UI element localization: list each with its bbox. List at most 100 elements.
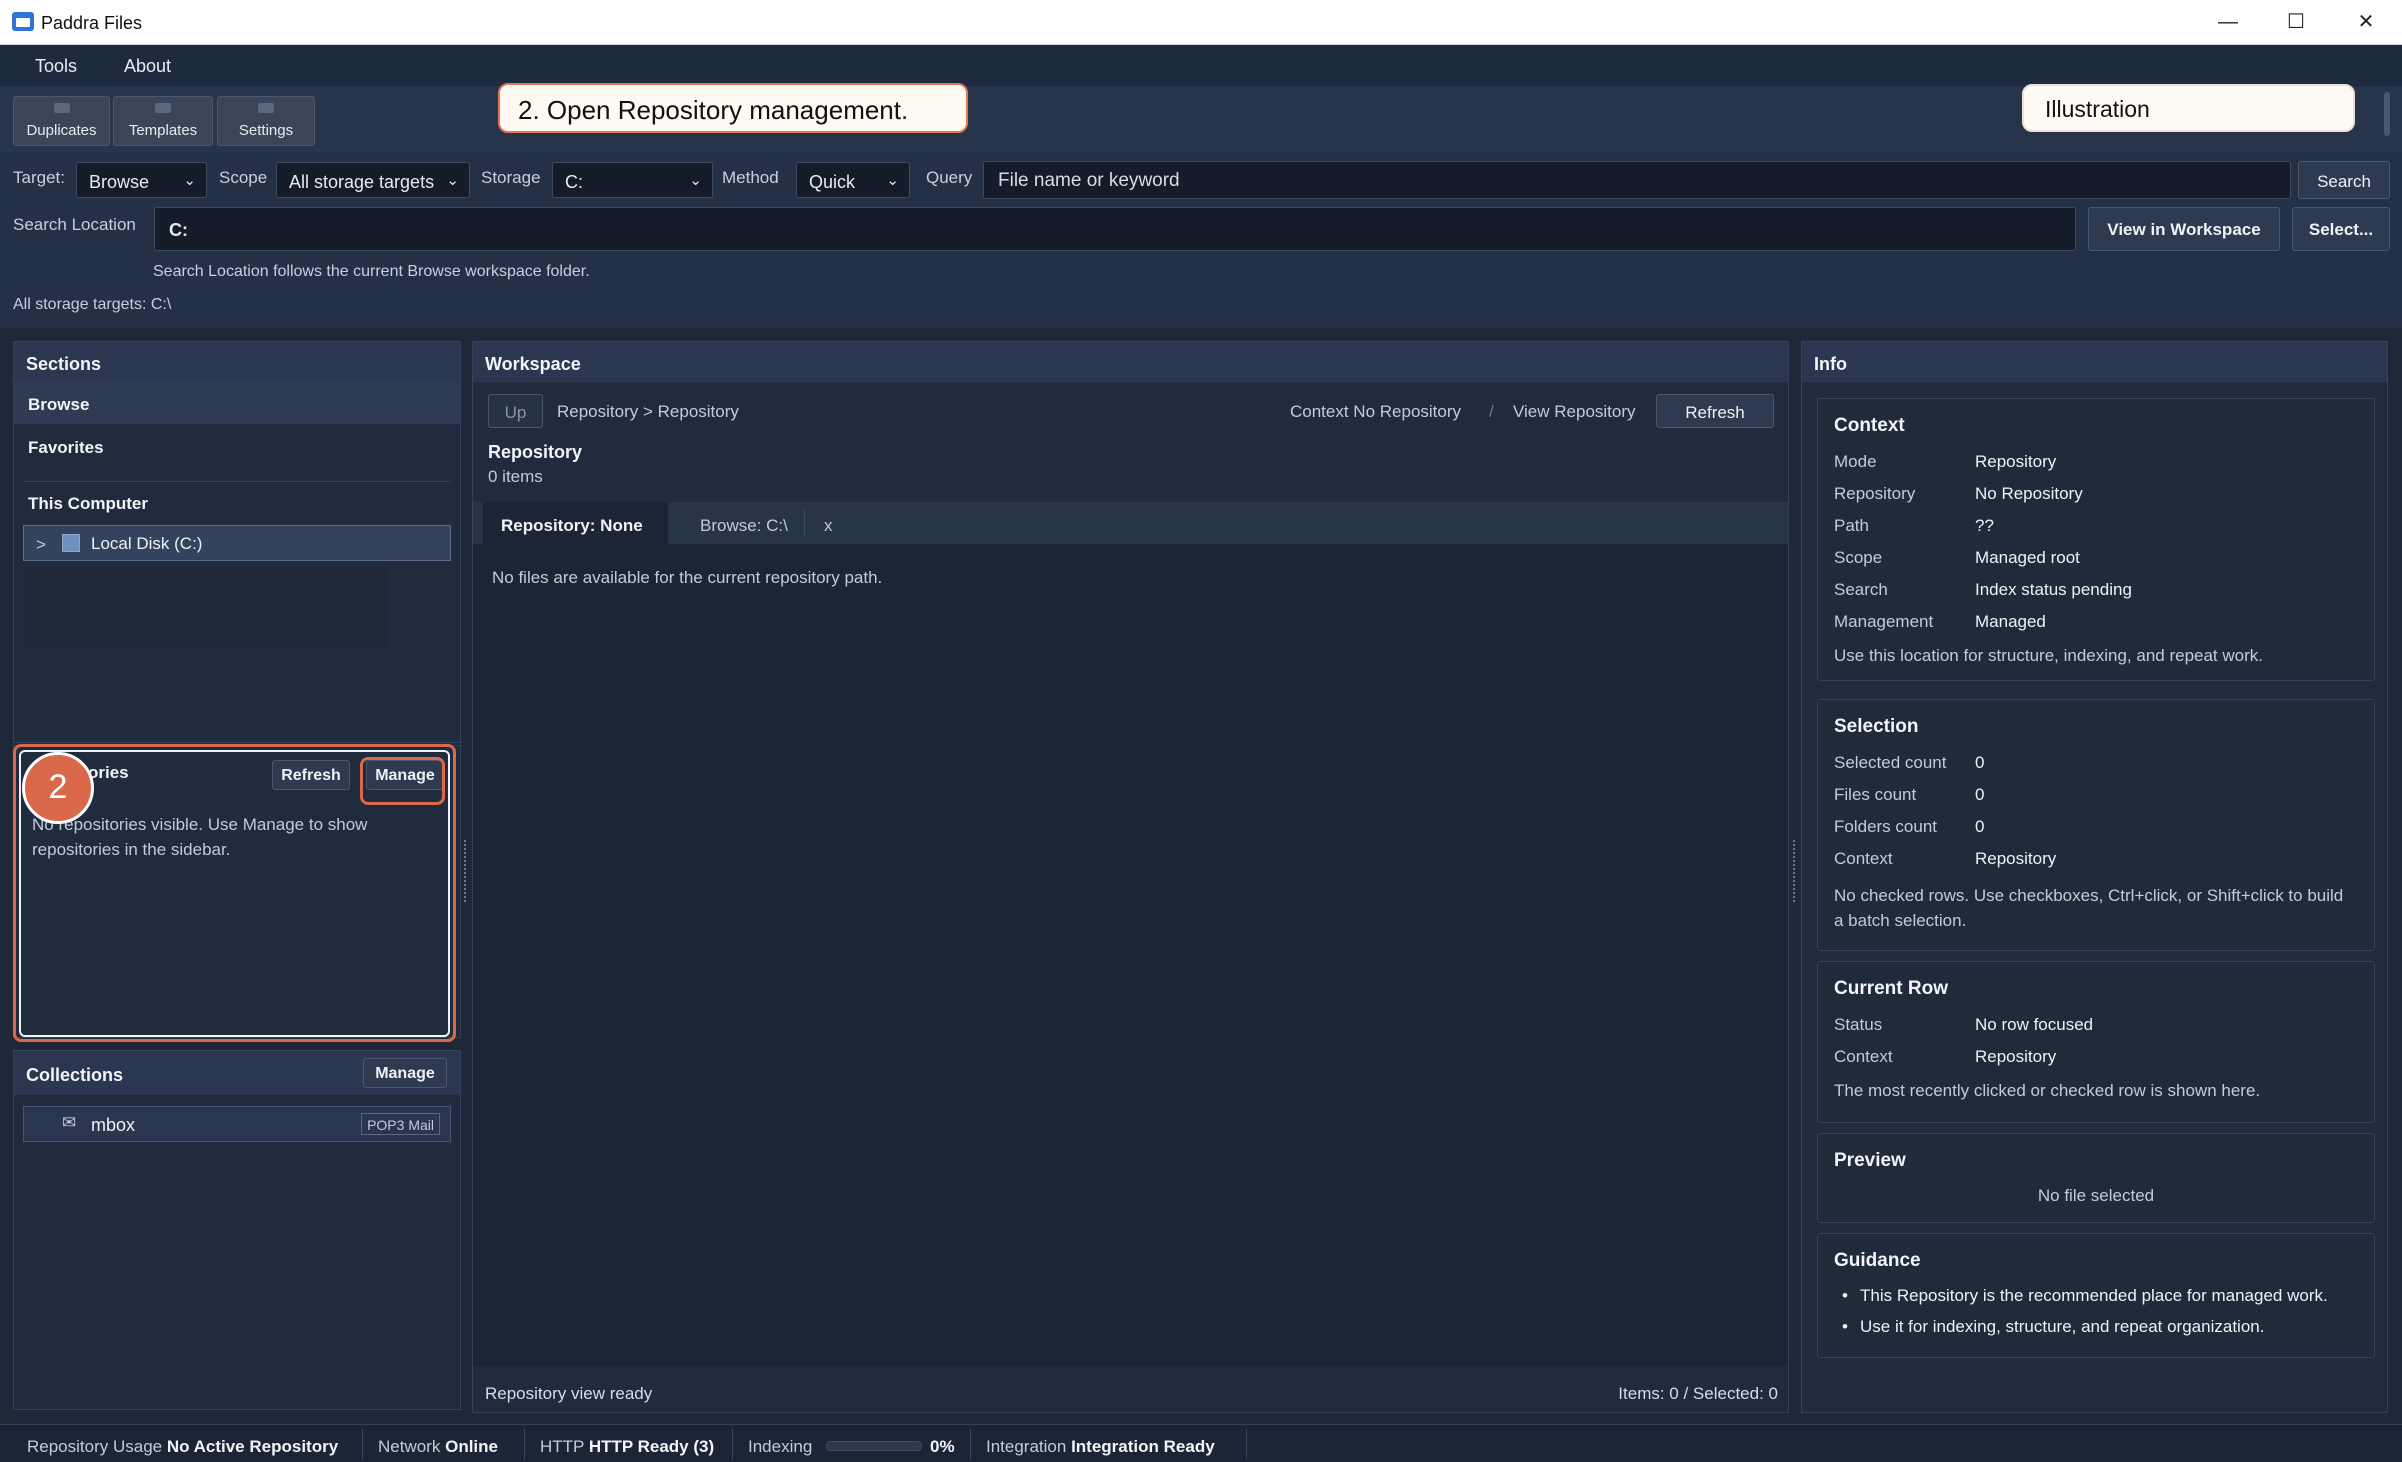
workspace-counts: Items: 0 / Selected: 0 xyxy=(1618,1384,1778,1403)
title-bar: Paddra Files — ☐ ✕ xyxy=(0,0,2402,45)
highlight-manage-button xyxy=(360,757,445,805)
empty-files-text: No files are available for the current r… xyxy=(492,568,883,587)
scope-select[interactable]: All storage targets ⌄ xyxy=(276,162,470,198)
status-divider xyxy=(524,1429,525,1459)
close-icon[interactable]: ✕ xyxy=(2346,8,2386,36)
collections-panel: Collections Manage ✉ mbox POP3 Mail xyxy=(13,1050,461,1410)
minimize-icon[interactable]: — xyxy=(2208,8,2248,36)
collection-item-mbox[interactable]: ✉ mbox POP3 Mail xyxy=(23,1106,451,1142)
status-divider xyxy=(362,1429,363,1459)
current-row-card-title: Current Row xyxy=(1834,978,1948,999)
query-label: Query xyxy=(926,168,973,187)
scope-value: All storage targets xyxy=(289,172,435,192)
sidebar-item-favorites[interactable]: Favorites xyxy=(14,424,460,466)
tab-browse[interactable]: Browse: C:\ xyxy=(700,516,788,536)
info-panel: Info Context Mode Repository Repository No… xyxy=(1801,341,2388,1413)
toolbar: Duplicates Templates Settings 2. Open Re… xyxy=(0,83,2402,152)
menu-tools[interactable]: Tools xyxy=(35,56,77,77)
sections-panel: Sections Browse Favorites This Computer … xyxy=(13,341,461,743)
guidance-card: Guidance • This Repository is the recomm… xyxy=(1817,1233,2375,1358)
splitter-handle[interactable] xyxy=(1793,840,1797,902)
duplicates-button[interactable]: Duplicates xyxy=(13,96,110,146)
divider xyxy=(24,481,450,482)
context-card-title: Context xyxy=(1834,415,1905,436)
repository-usage-status: Repository Usage No Active Repository xyxy=(27,1437,339,1456)
preview-card: Preview No file selected xyxy=(1817,1133,2375,1223)
tab-close-icon[interactable]: x xyxy=(824,516,833,536)
mail-icon: ✉ xyxy=(62,1113,77,1132)
illustration-label: Illustration xyxy=(2022,84,2355,132)
expand-chevron-icon[interactable]: > xyxy=(36,535,46,555)
this-computer-heading: This Computer xyxy=(28,494,148,513)
current-row-card: Current Row Status No row focused Context… xyxy=(1817,961,2375,1123)
collection-item-label: mbox xyxy=(91,1115,136,1135)
indexing-progress-bar xyxy=(826,1441,922,1451)
local-disk-label: Local Disk (C:) xyxy=(91,534,203,553)
selection-card: Selection Selected count 0 Files count 0 F… xyxy=(1817,699,2375,951)
settings-button[interactable]: Settings xyxy=(217,96,315,146)
search-area: Target: Browse ⌄ Scope All storage targe… xyxy=(0,152,2402,328)
select-location-button[interactable]: Select... xyxy=(2292,207,2390,251)
workspace-panel: Workspace Up Repository > Repository Con… xyxy=(472,341,1789,1413)
method-select[interactable]: Quick ⌄ xyxy=(796,162,910,198)
workspace-header: Workspace xyxy=(473,342,1788,382)
maximize-icon[interactable]: ☐ xyxy=(2276,8,2316,36)
breadcrumb[interactable]: Repository > Repository xyxy=(557,402,739,422)
context-note: Use this location for structure, indexin… xyxy=(1834,646,2263,665)
settings-label: Settings xyxy=(238,122,294,139)
query-input[interactable]: File name or keyword xyxy=(983,161,2291,199)
scroll-handle[interactable] xyxy=(2384,92,2390,136)
storage-select[interactable]: C: ⌄ xyxy=(552,162,713,198)
menu-bar: Tools About xyxy=(0,45,2402,86)
step-callout: 2. Open Repository management. xyxy=(498,83,968,133)
preview-text: No file selected xyxy=(2037,1186,2155,1205)
chevron-down-icon: ⌄ xyxy=(446,172,459,189)
indexing-status-label: Indexing xyxy=(748,1437,813,1456)
integration-status: Integration Integration Ready xyxy=(986,1437,1215,1456)
view-label: View Repository xyxy=(1513,402,1636,421)
item-count: 0 items xyxy=(488,467,543,486)
splitter-handle[interactable] xyxy=(464,840,468,902)
menu-about[interactable]: About xyxy=(124,56,171,77)
guidance-card-title: Guidance xyxy=(1834,1250,1921,1271)
status-divider xyxy=(1246,1429,1247,1459)
separator: / xyxy=(1489,402,1494,421)
chevron-down-icon: ⌄ xyxy=(183,172,196,189)
tab-divider xyxy=(804,510,805,536)
all-targets-note: All storage targets: C:\ xyxy=(13,296,172,313)
status-bar: Repository Usage No Active Repository Ne… xyxy=(0,1424,2402,1462)
file-list-area: No files are available for the current r… xyxy=(473,544,1788,1366)
status-divider xyxy=(970,1429,971,1459)
sidebar-item-local-disk[interactable]: > Local Disk (C:) xyxy=(23,525,451,561)
templates-button[interactable]: Templates xyxy=(113,96,213,146)
search-button[interactable]: Search xyxy=(2298,161,2390,199)
up-button[interactable]: Up xyxy=(488,394,543,428)
context-label: Context No Repository xyxy=(1290,402,1462,421)
sections-header: Sections xyxy=(14,342,460,382)
preview-card-title: Preview xyxy=(1834,1150,1906,1171)
chevron-down-icon: ⌄ xyxy=(689,172,702,189)
app-folder-icon xyxy=(12,12,34,31)
info-header: Info xyxy=(1802,342,2387,382)
window-title: Paddra Files xyxy=(41,13,143,33)
storage-value: C: xyxy=(565,172,583,192)
workspace-refresh-button[interactable]: Refresh xyxy=(1656,394,1774,428)
view-in-workspace-button[interactable]: View in Workspace xyxy=(2088,207,2280,251)
search-location-input[interactable]: C: xyxy=(154,207,2076,251)
storage-label: Storage xyxy=(481,168,541,187)
templates-icon xyxy=(155,103,171,113)
selection-card-title: Selection xyxy=(1834,716,1919,737)
workspace-status: Repository view ready xyxy=(485,1384,653,1403)
tree-area xyxy=(24,567,388,647)
tab-repository[interactable]: Repository: None xyxy=(483,502,668,544)
drive-icon xyxy=(62,534,80,552)
http-status: HTTP HTTP Ready (3) xyxy=(540,1437,715,1456)
sidebar-item-browse[interactable]: Browse xyxy=(14,382,460,424)
target-value: Browse xyxy=(89,172,150,192)
method-label: Method xyxy=(722,168,779,187)
collection-badge: POP3 Mail xyxy=(361,1113,440,1135)
collections-manage-button[interactable]: Manage xyxy=(363,1058,447,1088)
current-row-note: The most recently clicked or checked row… xyxy=(1834,1081,2261,1100)
search-location-label: Search Location xyxy=(13,215,136,234)
target-select[interactable]: Browse ⌄ xyxy=(76,162,207,198)
